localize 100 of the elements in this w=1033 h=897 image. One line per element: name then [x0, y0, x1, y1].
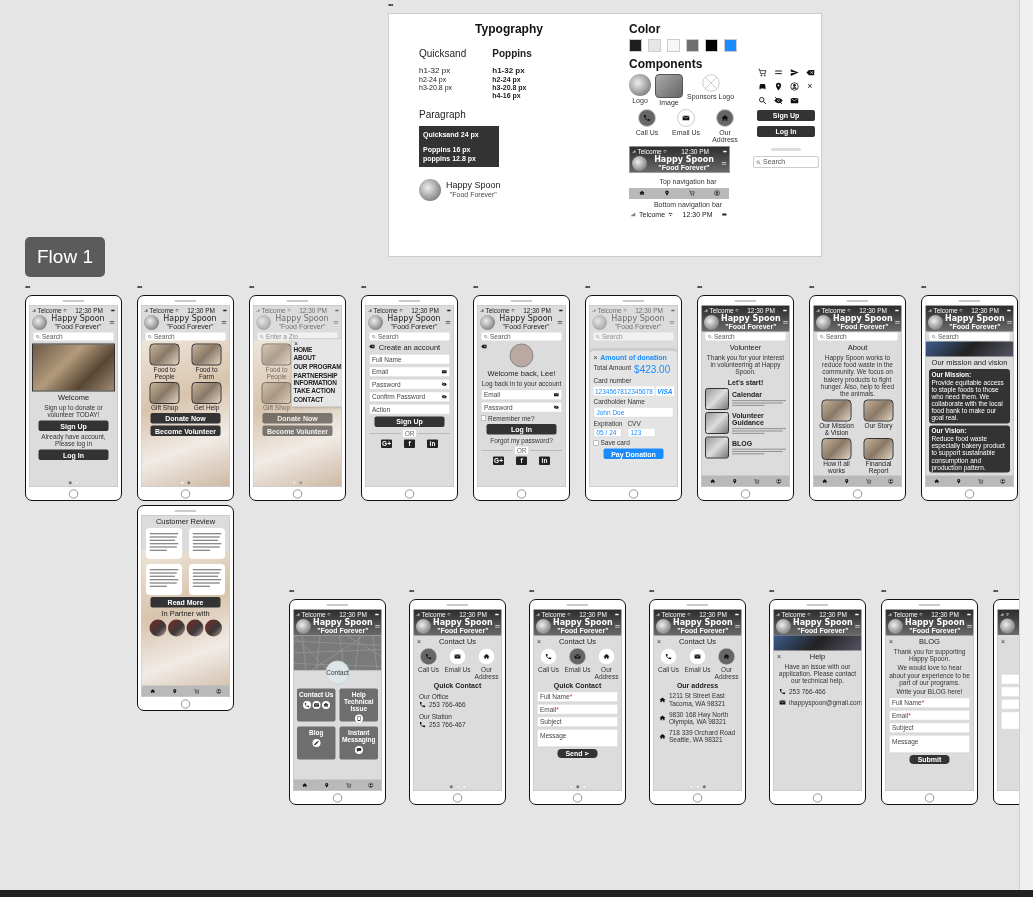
user-icon[interactable] [775, 478, 782, 484]
wifi-icon [447, 612, 452, 617]
battery-icon [111, 308, 115, 313]
app-title: Happy Spoon [162, 314, 218, 323]
envelope-icon [441, 369, 447, 375]
signal-icon [296, 612, 300, 617]
tile-photo-placeholder[interactable] [149, 343, 180, 366]
contact-option-button[interactable] [677, 109, 695, 127]
search-icon [756, 159, 761, 165]
battery-icon [1007, 308, 1011, 313]
signal-icon [776, 612, 780, 617]
user-icon[interactable] [999, 478, 1006, 484]
tile-photo-placeholder[interactable] [261, 343, 292, 366]
search-icon [757, 96, 767, 105]
text-lines-drawing [732, 427, 786, 435]
wifi-icon [399, 308, 404, 313]
user-icon[interactable] [215, 688, 222, 694]
user-icon[interactable] [713, 190, 720, 197]
feature-photo-placeholder[interactable] [705, 436, 729, 459]
user-icon[interactable] [887, 478, 894, 484]
house-icon[interactable] [638, 190, 645, 197]
close-button[interactable]: × [807, 82, 813, 91]
page-dot[interactable] [68, 481, 72, 485]
text-lines-drawing [732, 448, 786, 456]
house-icon[interactable] [149, 688, 156, 694]
text-lines-drawing [192, 567, 222, 588]
app-title: Happy Spoon [50, 314, 106, 323]
location-pin-icon [773, 82, 783, 91]
contact-option-button[interactable] [420, 648, 437, 665]
contact-option-button[interactable] [689, 648, 706, 665]
logo-photo [416, 618, 431, 634]
logo-photo [419, 179, 441, 201]
envelope-icon [553, 391, 559, 398]
envelope-icon [789, 96, 799, 105]
location-pin-icon[interactable] [955, 478, 962, 484]
contact-option-button[interactable] [716, 109, 734, 127]
phone-icon [643, 114, 651, 122]
page-dot[interactable] [299, 481, 303, 485]
page-dot[interactable] [449, 785, 453, 789]
location-pin-icon[interactable] [663, 190, 670, 197]
tile-photo-placeholder[interactable] [821, 399, 852, 422]
house-icon[interactable] [301, 782, 308, 788]
contact-option-button[interactable] [718, 648, 735, 665]
location-pin-icon[interactable] [843, 478, 850, 484]
checkbox[interactable] [593, 440, 599, 446]
page-dot[interactable] [702, 785, 706, 789]
tile-photo-placeholder[interactable] [149, 381, 180, 404]
page-dot[interactable] [187, 481, 191, 485]
tile-photo-placeholder[interactable] [191, 343, 222, 366]
contact-option-button[interactable] [449, 648, 466, 665]
wifi-icon [327, 612, 332, 617]
font-name: Quicksand [419, 48, 467, 59]
tile-photo-placeholder[interactable] [191, 381, 222, 404]
wifi-icon [919, 612, 924, 617]
house-icon[interactable] [933, 478, 940, 484]
contact-option-button[interactable] [598, 648, 615, 665]
crossed-circle-icon [701, 74, 720, 92]
house-icon [659, 732, 666, 740]
page-dot[interactable] [180, 481, 184, 485]
app-title: Happy Spoon [433, 618, 493, 627]
house-icon [483, 653, 490, 660]
cart-icon[interactable] [688, 190, 695, 197]
feature-photo-placeholder[interactable] [705, 387, 729, 410]
wifi-icon [847, 308, 852, 313]
app-title: Happy Spoon [610, 314, 666, 323]
signal-icon [816, 308, 820, 313]
slider-track[interactable] [771, 148, 801, 151]
signal-icon [368, 308, 372, 313]
logo-photo [888, 618, 903, 634]
tile-photo-placeholder[interactable] [261, 381, 292, 404]
tile-photo-placeholder[interactable] [863, 399, 894, 422]
contact-option-button[interactable] [638, 109, 656, 127]
tile-photo-placeholder[interactable] [821, 437, 852, 460]
battery-icon [735, 612, 739, 617]
app-title: Happy Spoon [945, 314, 1005, 323]
signal-icon [1000, 612, 1004, 617]
wifi-icon [807, 612, 812, 617]
battery-icon [615, 612, 619, 617]
battery-icon [223, 308, 227, 313]
tile-photo-placeholder[interactable] [863, 437, 894, 460]
location-pin-icon[interactable] [171, 688, 178, 694]
phone-icon [779, 687, 786, 695]
car-icon [757, 82, 767, 91]
wifi-icon [687, 612, 692, 617]
backspace-icon[interactable] [481, 343, 487, 350]
house-icon[interactable] [821, 478, 828, 484]
checkbox[interactable] [481, 415, 486, 421]
location-pin-icon[interactable] [731, 478, 738, 484]
feature-photo-placeholder[interactable] [705, 412, 729, 435]
signal-icon [536, 612, 540, 617]
page-dot[interactable] [575, 785, 580, 789]
house-icon[interactable] [709, 478, 716, 484]
battery-icon [895, 308, 899, 313]
contact-option-button[interactable] [478, 648, 495, 665]
user-icon[interactable] [367, 782, 374, 788]
envelope-icon [694, 653, 701, 660]
location-pin-icon[interactable] [323, 782, 330, 788]
backspace-icon[interactable] [369, 343, 375, 350]
contact-option-button[interactable] [569, 648, 586, 665]
wifi-icon [668, 212, 674, 218]
